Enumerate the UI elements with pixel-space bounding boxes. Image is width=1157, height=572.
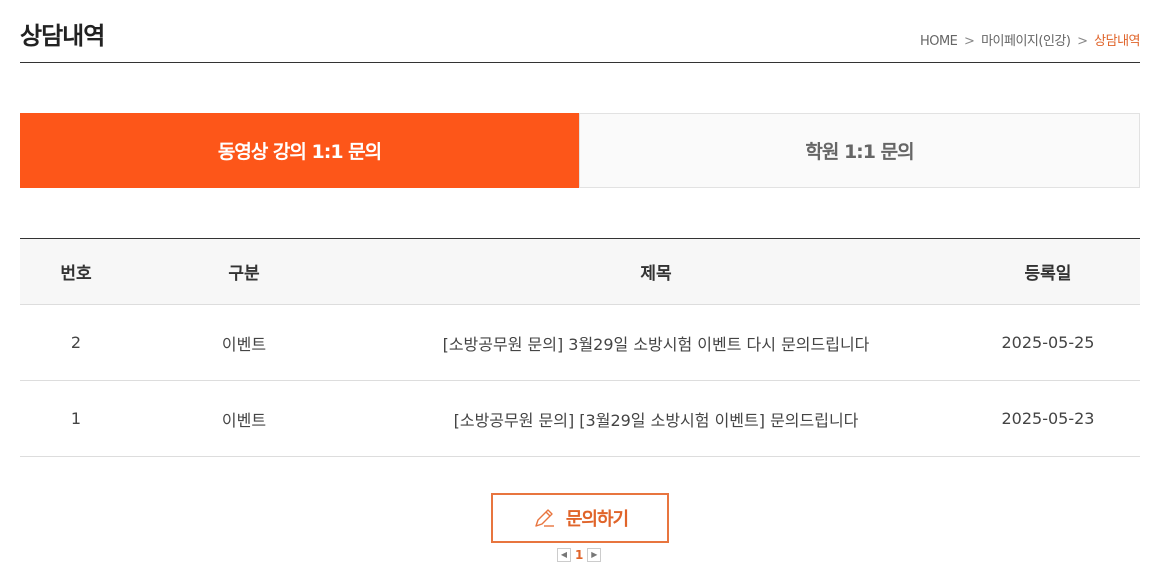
column-header-category: 구분 (228, 264, 260, 284)
breadcrumb-home[interactable]: HOME (920, 34, 958, 49)
pagination: ◀ 1 ▶ (557, 547, 602, 562)
breadcrumb: HOME > 마이페이지(인강) > 상담내역 (920, 30, 1141, 49)
column-header-number: 번호 (60, 264, 92, 284)
table-row[interactable]: 1 이벤트 [소방공무원 문의] [3월29일 소방시험 이벤트] 문의드립니다… (20, 381, 1140, 457)
table-row[interactable]: 2 이벤트 [소방공무원 문의] 3월29일 소방시험 이벤트 다시 문의드립니… (20, 305, 1140, 381)
write-inquiry-label: 문의하기 (565, 509, 629, 530)
column-header-title: 제목 (640, 264, 672, 284)
row-date: 2025-05-25 (1001, 333, 1095, 352)
page-number-current[interactable]: 1 (575, 548, 583, 562)
breadcrumb-separator: > (964, 34, 975, 49)
breadcrumb-separator: > (1077, 34, 1088, 49)
row-category: 이벤트 (221, 334, 267, 354)
row-date: 2025-05-23 (1001, 409, 1095, 428)
page-header: 상담내역 HOME > 마이페이지(인강) > 상담내역 (20, 0, 1140, 63)
table-header: 번호 구분 제목 등록일 (20, 239, 1140, 305)
tab-academy-inquiry[interactable]: 학원 1:1 문의 (579, 113, 1140, 188)
inquiry-table: 번호 구분 제목 등록일 2 이벤트 [소방공무원 문의] 3월29일 소방시험… (20, 238, 1140, 457)
pencil-icon (535, 509, 554, 527)
row-number: 1 (70, 409, 82, 428)
row-title-link[interactable]: [소방공무원 문의] [3월29일 소방시험 이벤트] 문의드립니다 (356, 381, 956, 456)
row-number: 2 (70, 333, 82, 352)
row-category: 이벤트 (221, 410, 267, 430)
row-title-link[interactable]: [소방공무원 문의] 3월29일 소방시험 이벤트 다시 문의드립니다 (356, 305, 956, 380)
write-inquiry-button[interactable]: 문의하기 (491, 493, 669, 543)
breadcrumb-current: 상담내역 (1094, 34, 1140, 49)
next-arrow-icon[interactable]: ▶ (587, 547, 602, 562)
column-header-date: 등록일 (1024, 264, 1072, 284)
tab-video-lecture-inquiry[interactable]: 동영상 강의 1:1 문의 (20, 113, 579, 188)
prev-arrow-icon[interactable]: ◀ (557, 547, 571, 562)
breadcrumb-mypage[interactable]: 마이페이지(인강) (981, 34, 1071, 49)
inquiry-tabs: 동영상 강의 1:1 문의 학원 1:1 문의 (20, 113, 1140, 188)
page-title: 상담내역 (20, 22, 105, 50)
